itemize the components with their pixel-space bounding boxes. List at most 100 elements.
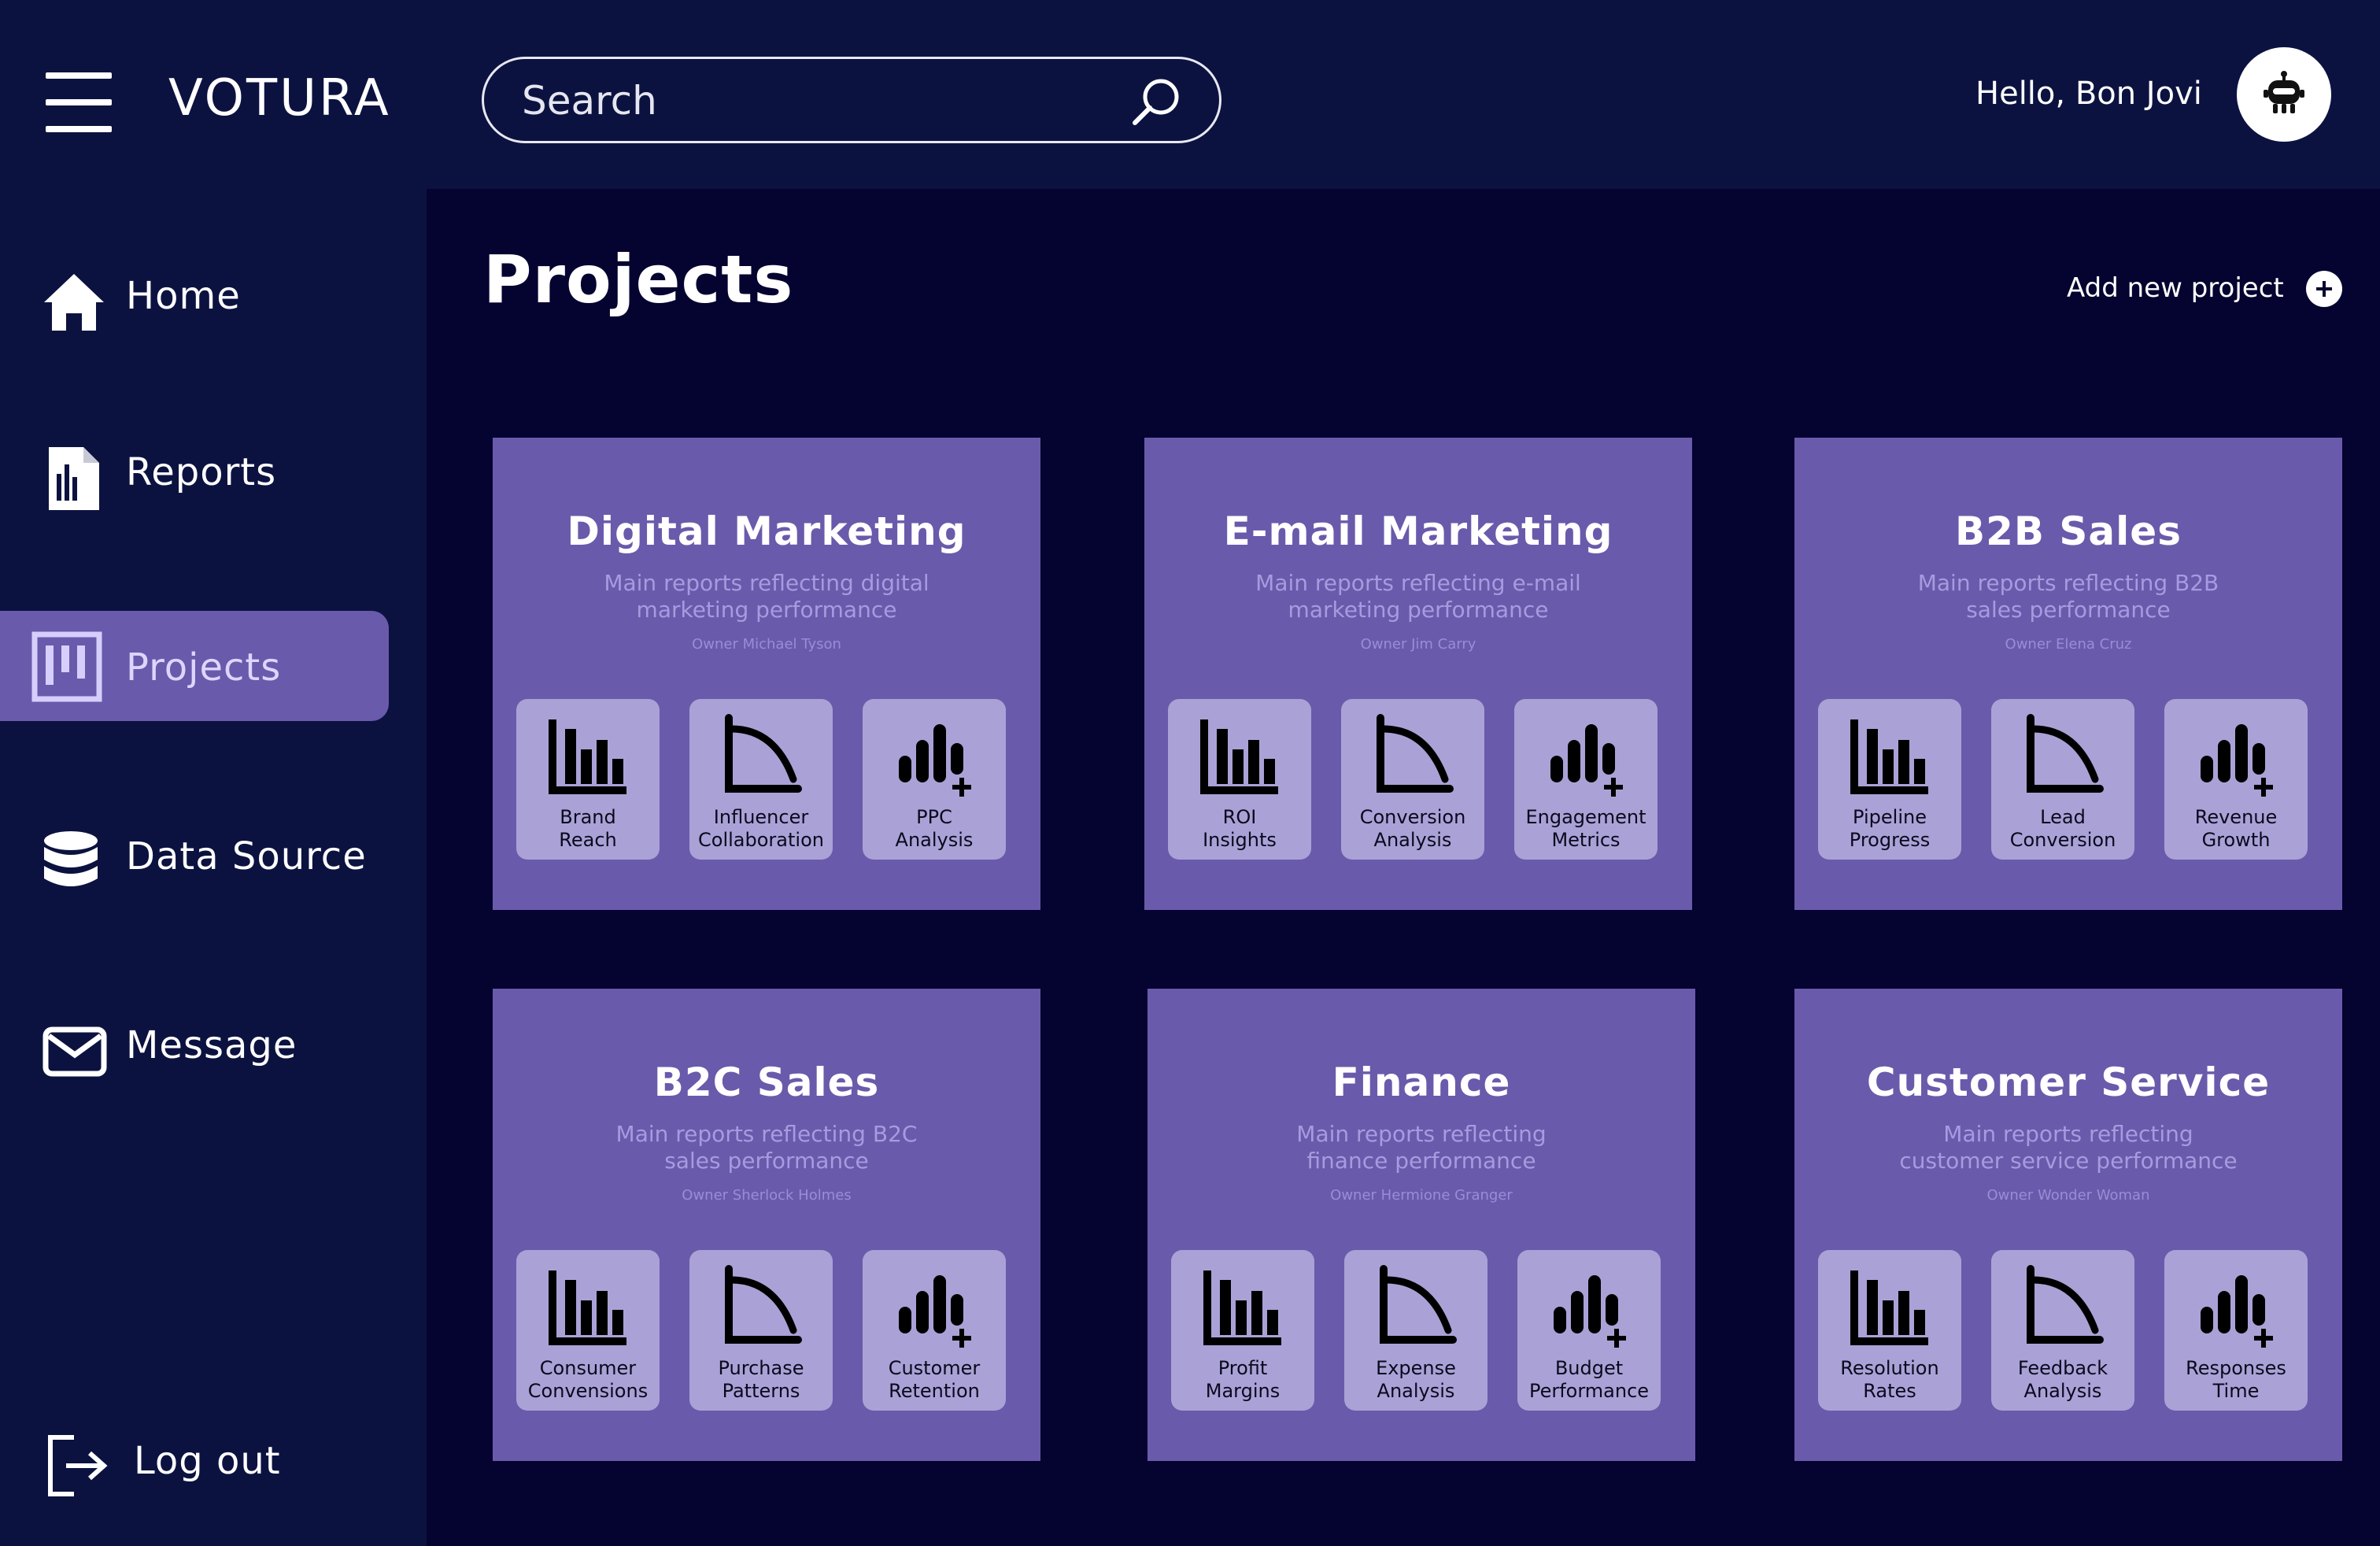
project-title: B2C Sales (653, 1060, 880, 1105)
sidebar-item-message[interactable]: Message (0, 989, 389, 1099)
bar-chart-icon (549, 719, 626, 794)
curve-chart-icon (1377, 714, 1454, 793)
bar-chart-icon (1200, 719, 1278, 794)
report-tile-label: Pipeline Progress (1818, 806, 1961, 852)
project-owner: Owner Jim Carry (1360, 636, 1476, 653)
report-tile[interactable]: Profit Margins (1171, 1250, 1314, 1411)
sidebar-item-label: Home (126, 274, 241, 318)
bar-chart-plus-icon (2201, 1275, 2273, 1348)
search-input[interactable] (522, 75, 1104, 127)
bar-chart-icon (1850, 1270, 1928, 1345)
curve-chart-icon (2027, 714, 2104, 793)
search-bar[interactable] (482, 57, 1221, 143)
report-tile-label-line: Lead (2040, 806, 2086, 828)
report-tile[interactable]: Influencer Collaboration (689, 699, 833, 860)
project-description-line: Main reports reflecting (1943, 1121, 2193, 1147)
bar-chart-plus-icon (899, 724, 971, 797)
project-card-digital-marketing[interactable]: Digital Marketing Main reports reflecting… (493, 438, 1040, 910)
project-title: Digital Marketing (567, 509, 966, 554)
report-tile[interactable]: Brand Reach (516, 699, 660, 860)
report-tile-label: Budget Performance (1517, 1357, 1661, 1403)
report-tile[interactable]: Expense Analysis (1344, 1250, 1488, 1411)
project-description-line: Main reports reflecting e-mail (1255, 570, 1581, 596)
project-description-line: sales performance (1966, 597, 2171, 623)
sidebar-item-data-source[interactable]: Data Source (0, 800, 389, 910)
report-tile[interactable]: ROI Insights (1168, 699, 1311, 860)
report-tile[interactable]: Budget Performance (1517, 1250, 1661, 1411)
add-project-link[interactable]: Add new project (2067, 272, 2284, 304)
report-tile[interactable]: Purchase Patterns (689, 1250, 833, 1411)
report-tile[interactable]: Pipeline Progress (1818, 699, 1961, 860)
sidebar-item-label: Message (126, 1023, 298, 1067)
report-tile-label-line: Expense (1376, 1357, 1456, 1379)
home-icon (44, 274, 104, 331)
report-tile-label-line: Analysis (1377, 1380, 1455, 1402)
project-description-line: Main reports reflecting (1296, 1121, 1547, 1147)
project-description: Main reports reflecting finance performan… (1210, 1121, 1632, 1174)
project-owner: Owner Elena Cruz (2005, 636, 2132, 653)
report-tile[interactable]: Consumer Convensions (516, 1250, 660, 1411)
report-tile-label-line: Retention (889, 1380, 980, 1402)
report-tile[interactable]: PPC Analysis (863, 699, 1006, 860)
brand-logo: VOTURA (168, 69, 391, 128)
report-tile-label: Feedback Analysis (1991, 1357, 2134, 1403)
report-tile-label: Revenue Growth (2164, 806, 2308, 852)
project-owner: Owner Sherlock Holmes (682, 1187, 852, 1204)
report-tile-label-line: Profit (1218, 1357, 1268, 1379)
report-tile-label: Expense Analysis (1344, 1357, 1488, 1403)
report-tile[interactable]: Conversion Analysis (1341, 699, 1484, 860)
report-tile-label-line: Reach (559, 829, 617, 851)
hamburger-menu-icon[interactable] (46, 72, 112, 132)
project-description: Main reports reflecting digital marketing… (556, 570, 978, 623)
project-owner: Owner Michael Tyson (692, 636, 841, 653)
report-tile-label-line: Collaboration (698, 829, 824, 851)
user-avatar[interactable] (2237, 47, 2331, 142)
sidebar-item-home[interactable]: Home (0, 239, 389, 350)
report-tile-label-line: Brand (560, 806, 616, 828)
user-greeting: Hello, Bon Jovi (1975, 76, 2202, 112)
project-description-line: Main reports reflecting digital (604, 570, 929, 596)
report-tile-label-line: Conversion (1359, 806, 1466, 828)
report-tile-label-line: Metrics (1551, 829, 1621, 851)
project-description-line: Main reports reflecting B2C (615, 1121, 918, 1147)
project-description: Main reports reflecting customer service … (1857, 1121, 2279, 1174)
logout-button[interactable]: Log out (0, 1409, 389, 1519)
sidebar-item-label: Data Source (126, 834, 367, 878)
plus-circle-icon[interactable] (2306, 271, 2342, 307)
project-card-customer-service[interactable]: Customer Service Main reports reflecting c… (1794, 989, 2342, 1461)
report-tile[interactable]: Customer Retention (863, 1250, 1006, 1411)
report-tile[interactable]: Revenue Growth (2164, 699, 2308, 860)
sidebar-item-label: Projects (126, 645, 282, 690)
report-tile-label-line: Resolution (1840, 1357, 1939, 1379)
project-card-e-mail-marketing[interactable]: E-mail Marketing Main reports reflecting … (1144, 438, 1692, 910)
project-card-b2c-sales[interactable]: B2C Sales Main reports reflecting B2C sale… (493, 989, 1040, 1461)
report-tile-label-line: Conversion (2009, 829, 2116, 851)
project-title: Customer Service (1866, 1060, 2271, 1105)
project-owner: Owner Wonder Woman (1986, 1187, 2150, 1204)
report-tile-label-line: Budget (1554, 1357, 1624, 1379)
project-description: Main reports reflecting B2B sales perform… (1857, 570, 2279, 623)
report-tile[interactable]: Responses Time (2164, 1250, 2308, 1411)
sidebar-item-projects[interactable]: Projects (0, 611, 389, 721)
report-tile-label: Consumer Convensions (516, 1357, 660, 1403)
sidebar-item-reports[interactable]: Reports (0, 416, 389, 526)
report-tile[interactable]: Resolution Rates (1818, 1250, 1961, 1411)
project-card-b2b-sales[interactable]: B2B Sales Main reports reflecting B2B sale… (1794, 438, 2342, 910)
report-tile[interactable]: Engagement Metrics (1514, 699, 1658, 860)
report-tile[interactable]: Feedback Analysis (1991, 1250, 2134, 1411)
report-tile-label: Brand Reach (516, 806, 660, 852)
report-tile-label-line: Convensions (527, 1380, 649, 1402)
report-tile[interactable]: Lead Conversion (1991, 699, 2134, 860)
logout-icon (48, 1435, 108, 1496)
report-document-icon (49, 447, 99, 510)
project-description: Main reports reflecting B2C sales perform… (556, 1121, 978, 1174)
bar-chart-icon (1850, 719, 1928, 794)
report-tile-label: Conversion Analysis (1341, 806, 1484, 852)
project-card-finance[interactable]: Finance Main reports reflecting finance pe… (1148, 989, 1695, 1461)
report-tile-label-line: Revenue (2194, 806, 2278, 828)
report-tile-label-line: Customer (888, 1357, 981, 1379)
search-icon[interactable] (1129, 74, 1184, 129)
robot-avatar-icon (2264, 71, 2304, 113)
report-tile-label-line: Patterns (722, 1380, 800, 1402)
report-tile-label: ROI Insights (1168, 806, 1311, 852)
